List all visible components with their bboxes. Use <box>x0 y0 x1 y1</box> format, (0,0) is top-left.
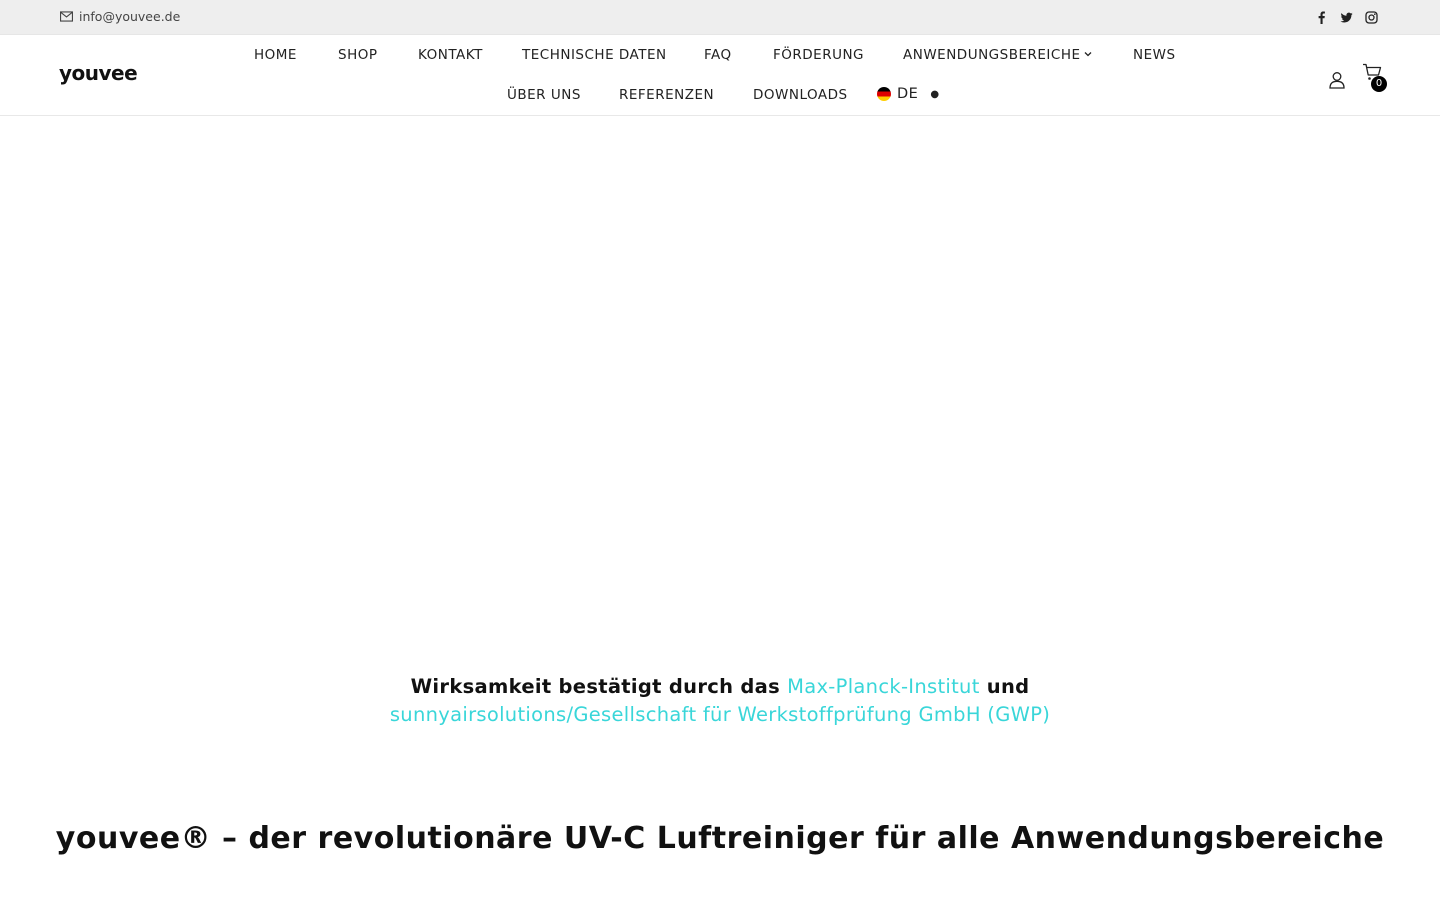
dropdown-indicator-icon: ● <box>930 88 940 100</box>
nav-home[interactable]: HOME <box>254 47 297 63</box>
language-selector[interactable]: DE ● <box>877 86 940 102</box>
nav-technische-daten[interactable]: TECHNISCHE DATEN <box>522 47 667 63</box>
site-header: youvee HOME SHOP KONTAKT TECHNISCHE DATE… <box>0 35 1440 116</box>
nav-referenzen[interactable]: REFERENZEN <box>619 87 714 103</box>
nav-kontakt[interactable]: KONTAKT <box>418 47 483 63</box>
language-label: DE <box>897 86 919 102</box>
twitter-icon[interactable] <box>1340 11 1353 24</box>
nav-ueber-uns[interactable]: ÜBER UNS <box>507 87 581 103</box>
nav-anwendungsbereiche[interactable]: ANWENDUNGSBEREICHE <box>903 47 1092 63</box>
nav-foerderung[interactable]: FÖRDERUNG <box>773 47 864 63</box>
youvee-logo[interactable]: youvee <box>59 62 143 86</box>
contact-email[interactable]: info@youvee.de <box>60 9 180 24</box>
cart-button[interactable]: 0 <box>1362 63 1387 101</box>
gwp-link[interactable]: sunnyairsolutions/Gesellschaft für Werks… <box>390 703 1050 726</box>
efficacy-connector: und <box>979 675 1030 698</box>
cart-count-badge: 0 <box>1371 76 1387 92</box>
top-bar: info@youvee.de <box>0 0 1440 35</box>
hero-area <box>0 116 1440 656</box>
header-actions: 0 <box>1328 63 1387 101</box>
nav-faq[interactable]: FAQ <box>704 47 732 63</box>
email-text[interactable]: info@youvee.de <box>79 9 180 24</box>
facebook-icon[interactable] <box>1315 11 1328 24</box>
nav-shop[interactable]: SHOP <box>338 47 378 63</box>
envelope-icon <box>60 11 73 22</box>
nav-anwendungsbereiche-label[interactable]: ANWENDUNGSBEREICHE <box>903 47 1081 63</box>
chevron-down-icon <box>1084 52 1091 57</box>
efficacy-statement: Wirksamkeit bestätigt durch das Max-Plan… <box>0 673 1440 729</box>
nav-news[interactable]: NEWS <box>1133 47 1176 63</box>
instagram-icon[interactable] <box>1365 11 1378 24</box>
nav-downloads[interactable]: DOWNLOADS <box>753 87 848 103</box>
social-links <box>1315 11 1378 24</box>
user-account-icon[interactable] <box>1328 71 1346 93</box>
max-planck-link[interactable]: Max-Planck-Institut <box>787 675 980 698</box>
german-flag-icon <box>877 87 891 101</box>
page-headline: youvee® – der revolutionäre UV-C Luftrei… <box>55 821 1385 856</box>
svg-text:youvee: youvee <box>59 62 137 85</box>
efficacy-prefix: Wirksamkeit bestätigt durch das <box>410 675 788 698</box>
